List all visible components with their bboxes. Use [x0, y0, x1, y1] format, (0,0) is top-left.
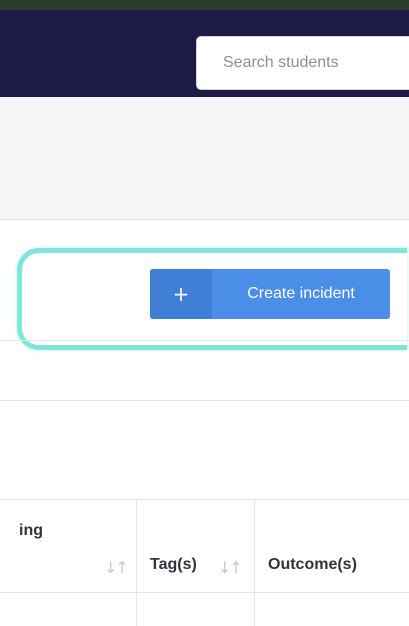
- search-students-input[interactable]: [196, 36, 409, 90]
- column-divider: [254, 500, 255, 592]
- column-header-partial[interactable]: ing: [19, 522, 43, 540]
- table-header-row: ing ↓↑ Tag(s) ↓↑ Outcome(s): [0, 499, 409, 593]
- column-divider: [136, 500, 137, 592]
- section-divider: [0, 400, 409, 401]
- column-header-outcomes[interactable]: Outcome(s): [268, 556, 357, 574]
- row-column-divider: [136, 593, 137, 626]
- top-accent-strip: [0, 0, 409, 10]
- create-incident-button[interactable]: + Create incident: [150, 269, 390, 319]
- row-column-divider: [254, 593, 255, 626]
- toolbar-divider: [0, 340, 409, 341]
- page-subheader: [0, 97, 409, 219]
- subheader-divider: [0, 219, 409, 220]
- top-navigation-bar: [0, 10, 409, 97]
- plus-icon: +: [150, 269, 212, 319]
- sort-icon[interactable]: ↓↑: [104, 558, 129, 577]
- sort-icon[interactable]: ↓↑: [218, 558, 243, 577]
- create-incident-label: Create incident: [247, 285, 355, 302]
- column-header-tags[interactable]: Tag(s): [150, 556, 197, 574]
